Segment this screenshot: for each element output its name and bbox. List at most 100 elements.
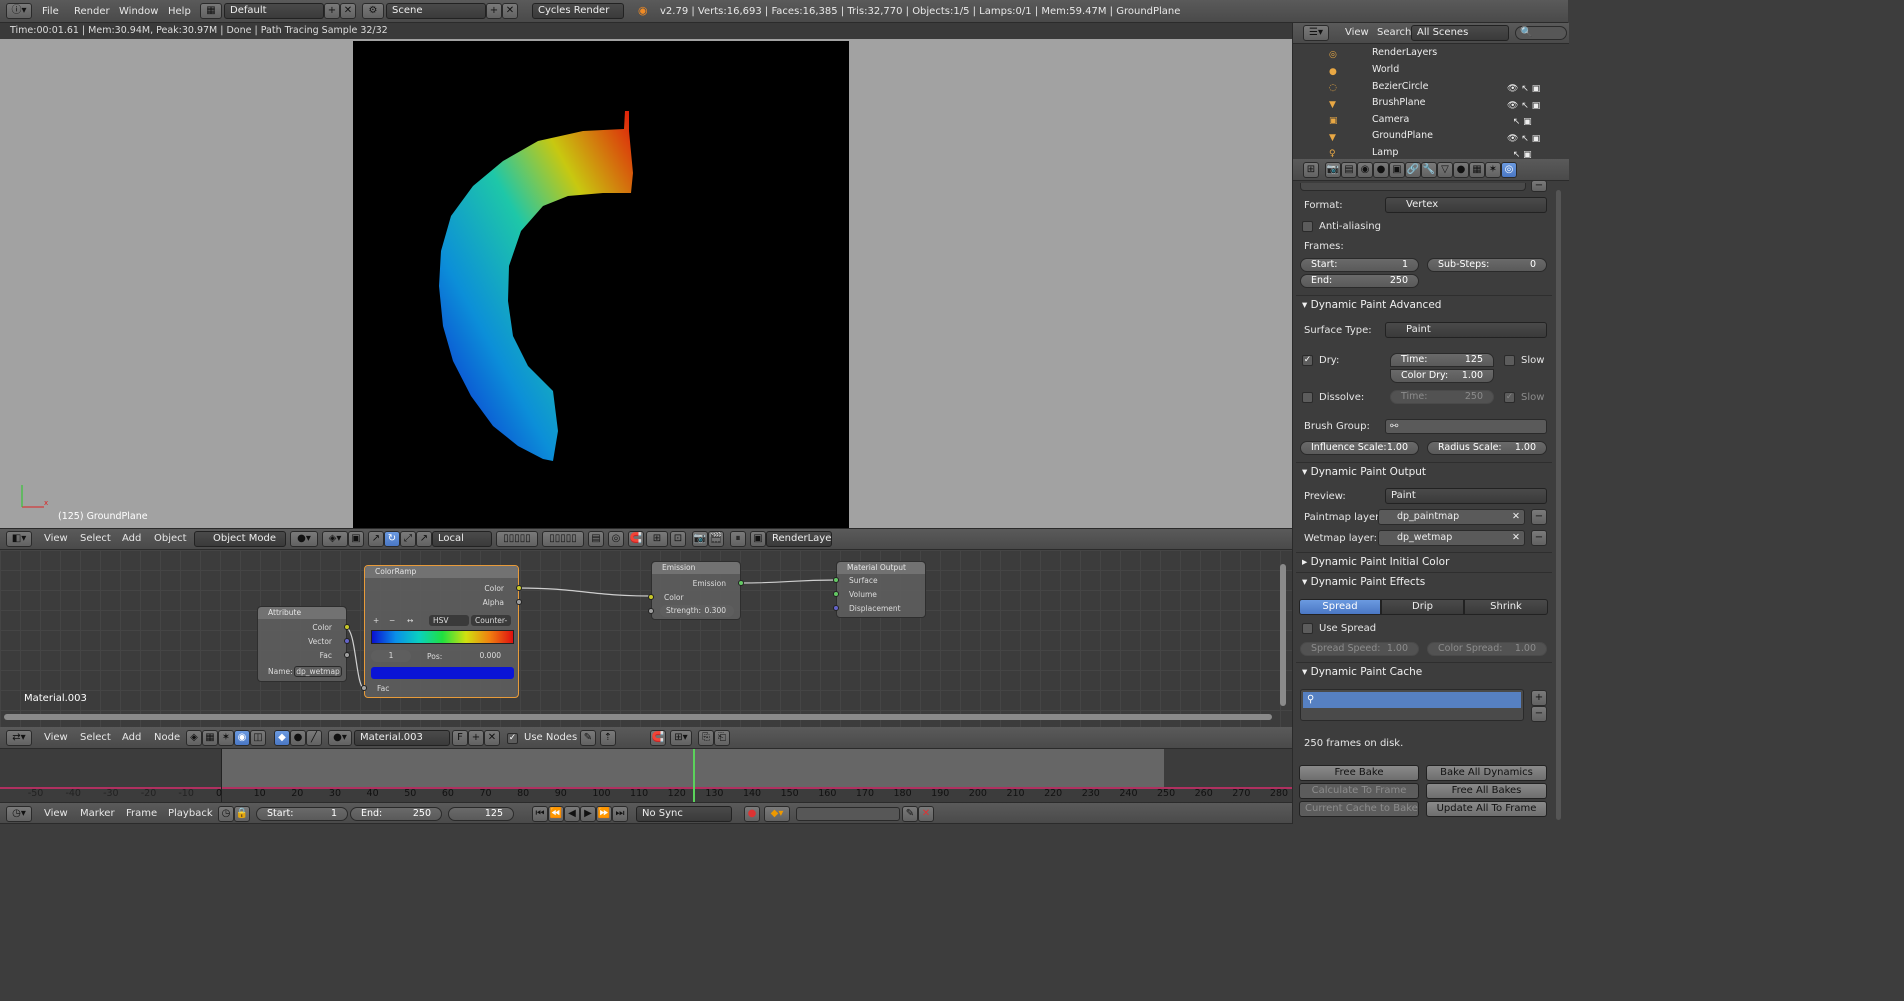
render-engine-selector[interactable]: Cycles Render (532, 3, 624, 19)
node-editor-type-button[interactable]: ⇄▾ (6, 730, 32, 746)
outliner-restrict-icons[interactable]: 👁 ↖ ▣ 👁 ↖ ▣ ↖ ▣ 👁 ↖ ▣ ↖ ▣ (1507, 81, 1557, 164)
outliner-search-field[interactable]: 🔍 (1515, 26, 1567, 40)
tab-constraints-icon[interactable]: 🔗 (1405, 162, 1421, 178)
outliner-camera[interactable]: Camera (1372, 114, 1409, 125)
add-layout-button[interactable]: + (324, 3, 340, 19)
go-parent-icon[interactable]: ⇡ (600, 730, 616, 746)
object-shader-icon[interactable]: ◆ (274, 730, 290, 746)
color-spread-field[interactable]: Color Spread: 1.00 (1427, 642, 1547, 656)
out-surface-socket[interactable] (833, 577, 839, 583)
fake-user-button[interactable]: F (452, 730, 468, 746)
props-top-remove-button[interactable]: − (1531, 180, 1547, 192)
wetmap-remove-button[interactable]: − (1531, 530, 1547, 546)
dissolve-checkbox[interactable] (1302, 392, 1313, 403)
opengl-render-icon[interactable]: 📷 (692, 531, 708, 547)
layers-lock-icon[interactable]: ▤ (588, 531, 604, 547)
outliner-beziercircle[interactable]: BezierCircle (1372, 81, 1428, 92)
bake-end-field[interactable]: End: 250 (1300, 274, 1419, 288)
tab-world-icon[interactable]: ● (1373, 162, 1389, 178)
cr-pos-field[interactable]: 0.000 (455, 650, 509, 662)
attr-name-field[interactable]: dp_wetmap (294, 666, 342, 677)
outliner-brushplane[interactable]: BrushPlane (1372, 97, 1425, 108)
dissolve-time-field[interactable]: Time: 250 (1390, 390, 1494, 404)
manipulator-toggle[interactable]: ▣ (348, 531, 364, 547)
pause-render-icon[interactable]: ⏸ (730, 531, 746, 547)
outliner-renderlayers[interactable]: RenderLayers (1372, 47, 1437, 58)
bake-start-field[interactable]: Start: 1 (1300, 258, 1419, 272)
node-menu-add[interactable]: Add (122, 730, 141, 746)
timeline-playhead[interactable] (692, 749, 695, 802)
cr-hue-select[interactable]: Counter- (471, 615, 511, 626)
update-all-to-frame-button[interactable]: Update All To Frame (1426, 801, 1547, 817)
menu-select[interactable]: Select (80, 531, 111, 547)
timeline-end-field[interactable]: End: 250 (350, 807, 442, 821)
advanced-panel-title[interactable]: ▾ Dynamic Paint Advanced (1302, 299, 1441, 311)
em-emission-socket[interactable] (738, 580, 744, 586)
dry-time-field[interactable]: Time: 125 (1390, 353, 1494, 367)
menu-render[interactable]: Render (74, 4, 110, 20)
format-selector[interactable]: Vertex (1385, 197, 1547, 213)
preview-range-icon[interactable]: ◷ (218, 806, 234, 822)
scale-manipulator[interactable]: ⤢ (400, 531, 416, 547)
translate-manipulator[interactable]: ↗ (368, 531, 384, 547)
tab-renderlayer-icon[interactable]: ▤ (1341, 162, 1357, 178)
menu-object[interactable]: Object (154, 531, 187, 547)
texture-tree-icon[interactable]: ✶ (218, 730, 234, 746)
properties-type-button[interactable]: ⊞ (1303, 162, 1319, 178)
delete-keyframe-icon[interactable]: ✕ (918, 806, 934, 822)
paintmap-clear-icon[interactable]: ✕ (1512, 510, 1520, 524)
material-name-field[interactable]: Material.003 (354, 730, 450, 746)
cr-index-field[interactable]: 1 (371, 650, 411, 662)
tab-data-icon[interactable]: ▽ (1437, 162, 1453, 178)
snap-target-icon[interactable]: ⊡ (670, 531, 686, 547)
attr-color-socket[interactable] (344, 624, 350, 630)
keying-set-field[interactable] (796, 807, 900, 821)
cr-gradient-bar[interactable] (371, 630, 514, 644)
menu-file[interactable]: File (42, 4, 59, 20)
insert-keyframe-icon[interactable]: ✎ (902, 806, 918, 822)
world-shader-icon[interactable]: ● (290, 730, 306, 746)
surface-type-selector[interactable]: Paint (1385, 322, 1547, 338)
antialiasing-checkbox[interactable] (1302, 221, 1313, 232)
properties-scrollbar[interactable] (1556, 190, 1561, 820)
scene-icon[interactable]: ⚙ (362, 3, 384, 19)
node-menu-select[interactable]: Select (80, 730, 111, 746)
brush-group-field[interactable]: ⚯ (1385, 419, 1547, 434)
outliner[interactable]: ☰▾ View Search All Scenes 🔍 RenderLayers… (1292, 23, 1569, 160)
emission-node[interactable]: Emission Emission Color Strength: 0.300 (648, 561, 744, 620)
tab-material-icon[interactable]: ● (1453, 162, 1469, 178)
menu-add[interactable]: Add (122, 531, 141, 547)
paintmap-layer-field[interactable]: dp_paintmap ✕ (1378, 509, 1525, 525)
spread-speed-field[interactable]: Spread Speed: 1.00 (1300, 642, 1419, 656)
unlink-material-button[interactable]: ✕ (484, 730, 500, 746)
snap-icon[interactable]: 🧲 (628, 531, 644, 547)
compositing-icon[interactable]: ▦ (202, 730, 218, 746)
info-editor-type-button[interactable]: ⓘ▾ (6, 3, 32, 19)
timeline-menu-frame[interactable]: Frame (126, 806, 157, 822)
paintmap-remove-button[interactable]: − (1531, 509, 1547, 525)
cr-fac-socket[interactable] (361, 685, 367, 691)
remove-layout-button[interactable]: ✕ (340, 3, 356, 19)
node-vscrollbar[interactable] (1280, 564, 1286, 706)
radius-scale-field[interactable]: Radius Scale: 1.00 (1427, 441, 1547, 455)
colorramp-node[interactable]: ColorRamp Color Alpha + − ↔ HSV Counter-… (361, 565, 522, 698)
node-editor[interactable]: Attribute Color Vector Fac Name: dp_wetm… (0, 550, 1292, 727)
timeline-start-field[interactable]: Start: 1 (256, 807, 348, 821)
dissolve-slow-checkbox[interactable]: ✓ (1504, 392, 1515, 403)
node-menu-node[interactable]: Node (154, 730, 180, 746)
timeline-menu-view[interactable]: View (44, 806, 68, 822)
outliner-menu-search[interactable]: Search (1377, 25, 1411, 41)
shader-tree-icon[interactable]: ◈ (186, 730, 202, 746)
em-color-socket[interactable] (648, 594, 654, 600)
material-output-node[interactable]: Material Output Surface Volume Displacem… (833, 561, 926, 618)
current-frame-field[interactable]: 125 (448, 807, 514, 821)
bake-all-dynamics-button[interactable]: Bake All Dynamics (1426, 765, 1547, 781)
em-strength-socket[interactable] (648, 608, 654, 614)
cr-interp-select[interactable]: HSV (429, 615, 469, 626)
attr-fac-socket[interactable] (344, 652, 350, 658)
effects-panel-title[interactable]: ▾ Dynamic Paint Effects (1302, 576, 1425, 588)
cr-add-button[interactable]: + (373, 616, 379, 625)
free-bake-button[interactable]: Free Bake (1299, 765, 1419, 781)
cache-list[interactable]: ⚲ (1300, 689, 1524, 721)
cache-panel-title[interactable]: ▾ Dynamic Paint Cache (1302, 666, 1422, 678)
